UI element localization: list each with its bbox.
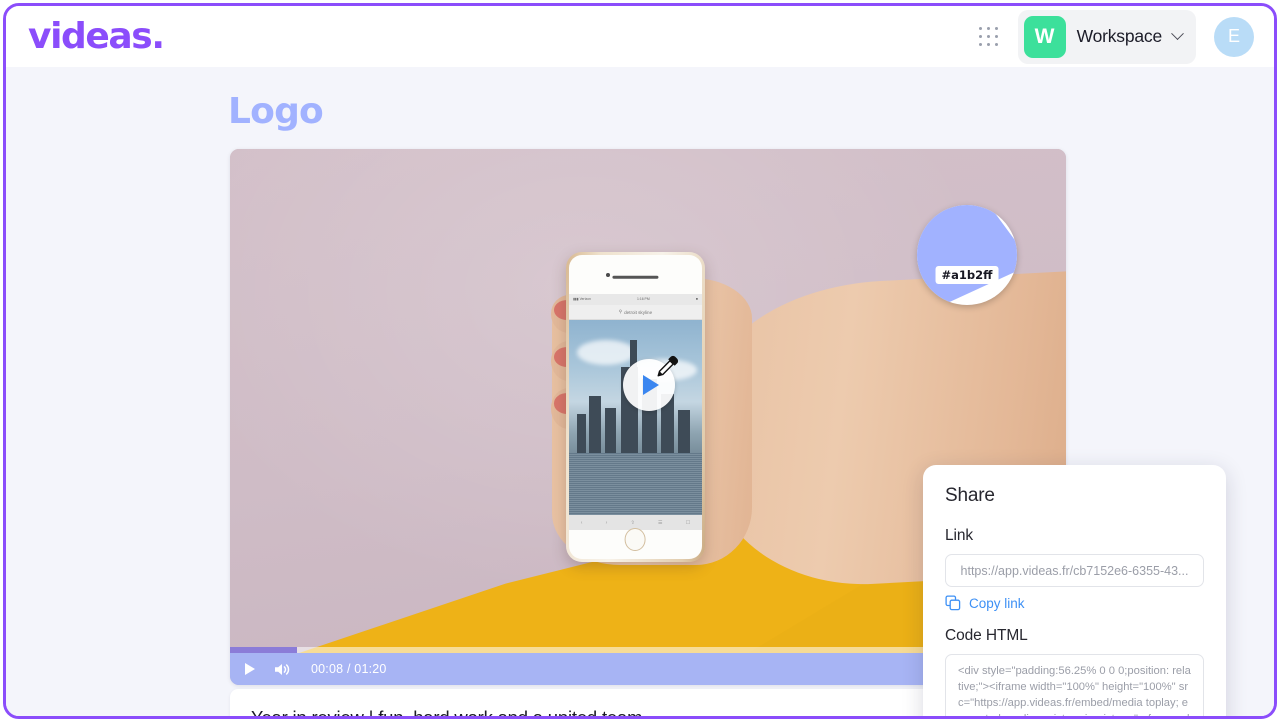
- phone-photo-skyline: [569, 320, 702, 515]
- share-icon: ⇧: [630, 519, 635, 526]
- building: [577, 413, 587, 453]
- page-title: Logo: [228, 91, 324, 132]
- phone-carrier: ▮▮▮ Verizon: [573, 297, 591, 302]
- app-window: videas. W Workspace E Logo ▮▮▮ Verizon 1…: [3, 3, 1277, 719]
- volume-button[interactable]: [273, 660, 291, 678]
- phone-clock: 1:16 PM: [637, 297, 650, 302]
- river-water: [569, 452, 702, 515]
- workspace-avatar: W: [1023, 15, 1066, 58]
- phone-camera-dot: [606, 272, 611, 277]
- copy-icon: [945, 595, 961, 611]
- color-swatch: [917, 205, 1017, 305]
- grid-dot: [978, 26, 983, 31]
- phone-battery: ■: [695, 297, 698, 302]
- play-icon: [245, 663, 255, 675]
- chevron-down-icon: [1171, 27, 1184, 41]
- color-hex-value: #a1b2ff: [935, 266, 999, 284]
- building: [604, 407, 616, 453]
- building: [677, 409, 690, 453]
- building: [588, 396, 601, 453]
- share-code-input[interactable]: <div style="padding:56.25% 0 0 0;positio…: [945, 654, 1204, 716]
- share-panel: Share Link https://app.videas.fr/cb7152e…: [923, 465, 1226, 716]
- workspace-label: Workspace: [1076, 26, 1163, 46]
- phone-search-bar: ⚲ detroit skyline: [569, 304, 702, 321]
- color-picker-loupe: #a1b2ff: [917, 205, 1017, 305]
- grid-dot: [978, 42, 983, 47]
- brand-logo[interactable]: videas.: [28, 18, 165, 55]
- phone-status-bar: ▮▮▮ Verizon 1:16 PM ■: [569, 294, 702, 305]
- grid-dot: [994, 26, 999, 31]
- play-icon: [643, 374, 660, 395]
- share-link-input[interactable]: https://app.videas.fr/cb7152e6-6355-43..…: [945, 554, 1204, 587]
- link-label: Link: [945, 527, 974, 544]
- volume-icon: [274, 663, 289, 675]
- video-play-button[interactable]: [622, 358, 675, 411]
- play-button[interactable]: [241, 660, 259, 678]
- top-navigation-bar: videas. W Workspace E: [6, 6, 1274, 67]
- grid-dot: [986, 34, 991, 39]
- copy-link-label: Copy link: [969, 595, 1025, 611]
- grid-dot: [986, 42, 991, 47]
- grid-dot: [978, 34, 983, 39]
- grid-dot: [994, 42, 999, 47]
- tabs-icon: ☐: [685, 519, 691, 526]
- apps-grid-icon[interactable]: [972, 20, 1006, 54]
- bookmarks-icon: ☰: [657, 519, 663, 526]
- cloud: [577, 339, 636, 366]
- share-panel-title: Share: [945, 485, 995, 506]
- search-icon: ⚲: [618, 309, 623, 315]
- video-title: Year in review | fun, hard work and a un…: [251, 707, 642, 717]
- grid-dot: [994, 34, 999, 39]
- copy-link-button[interactable]: Copy link: [945, 595, 1204, 611]
- video-time-display: 00:08 / 01:20: [311, 662, 387, 676]
- phone-earpiece-area: [569, 255, 702, 295]
- video-progress-fill: [230, 647, 297, 653]
- user-avatar[interactable]: E: [1214, 16, 1254, 57]
- phone-search-query: detroit skyline: [624, 309, 653, 315]
- forward-icon: ›: [605, 519, 608, 526]
- back-icon: ‹: [580, 519, 583, 526]
- main-content-area: Logo ▮▮▮ Verizon 1:16 PM ■ ⚲ detroit sky…: [6, 67, 1274, 716]
- phone-speaker: [612, 275, 658, 279]
- workspace-switcher[interactable]: W Workspace: [1017, 9, 1196, 64]
- code-html-label: Code HTML: [945, 627, 1028, 644]
- grid-dot: [986, 26, 991, 31]
- phone-home-button: [625, 528, 646, 551]
